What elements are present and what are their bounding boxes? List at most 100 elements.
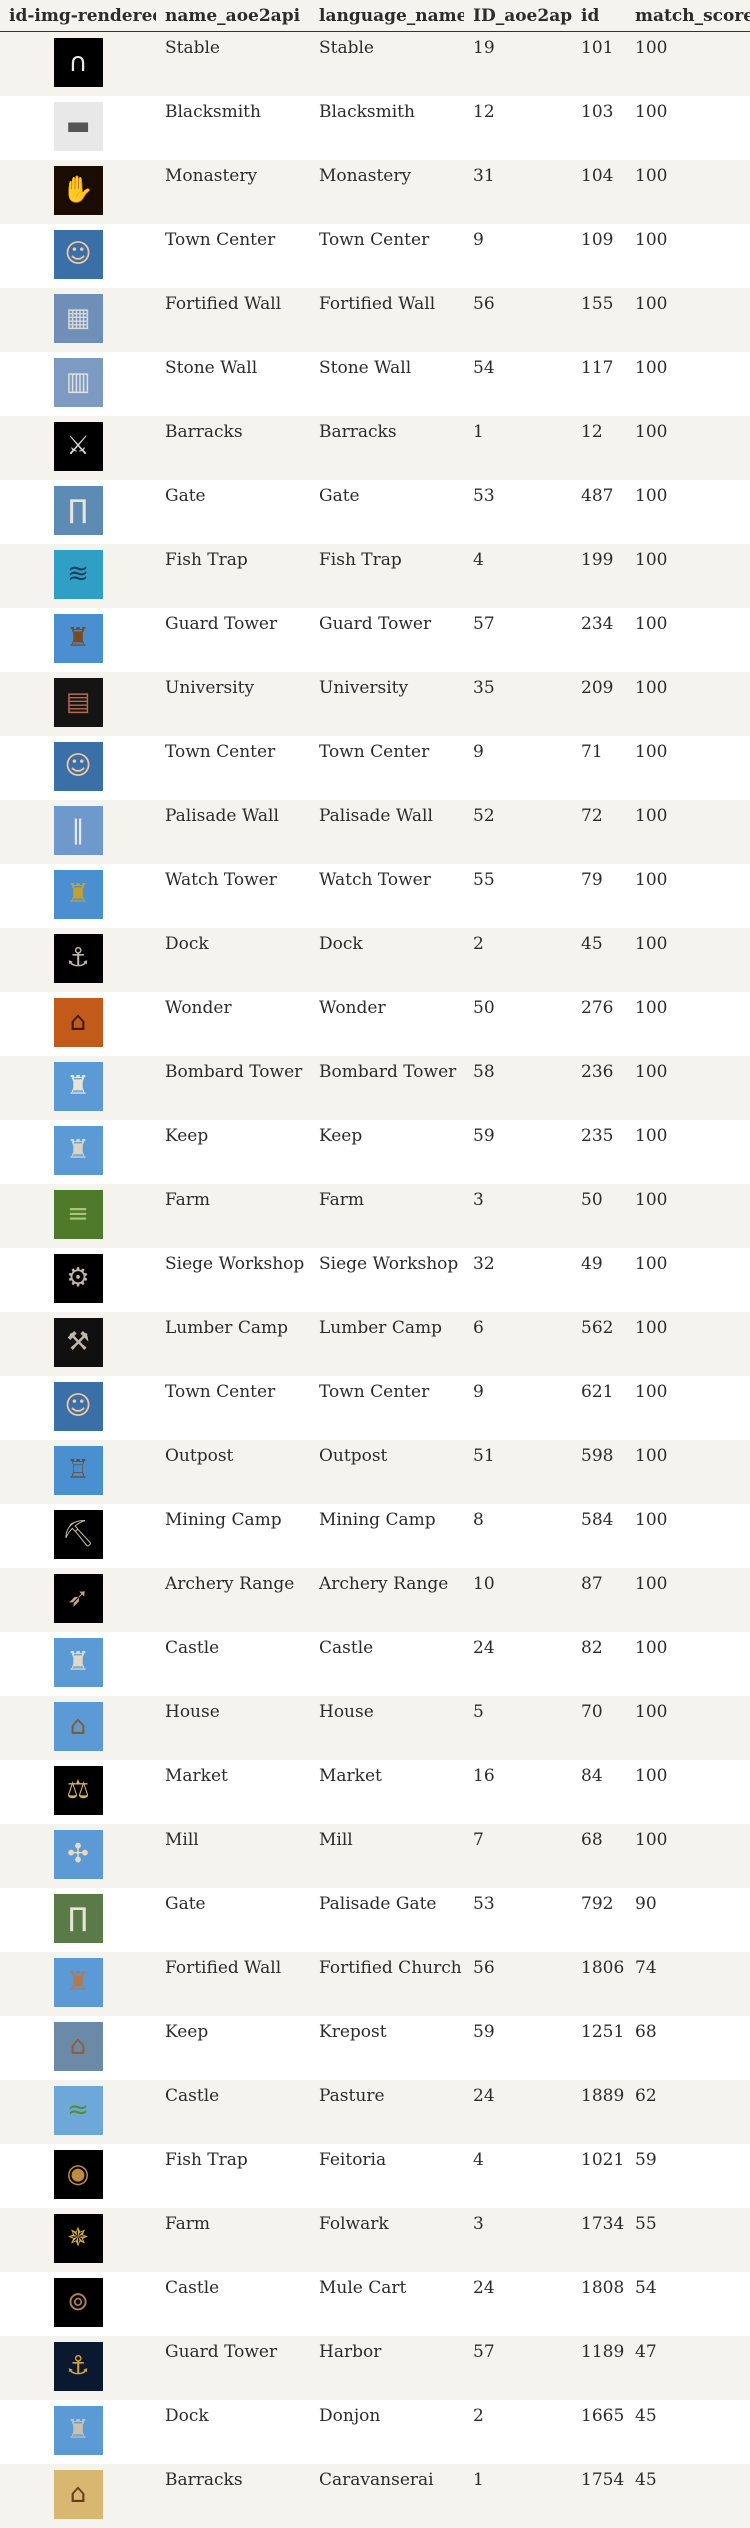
cell-id-aoe2api: 53: [473, 1893, 495, 1914]
table-row: ▥ Stone Wall Stone Wall 54 117 100: [0, 351, 750, 416]
cell-image: ☺: [0, 736, 156, 800]
cell-id: 584: [581, 1509, 614, 1530]
header-row: id-img-rendered name_aoe2api language_na…: [0, 0, 750, 32]
icon-glyph: ♜: [66, 1071, 90, 1101]
cell-language-name: Guard Tower: [319, 613, 432, 634]
cell-image: ♜: [0, 1120, 156, 1184]
icon-glyph: ⌂: [69, 1711, 87, 1741]
table-row: ◉ Fish Trap Feitoria 4 1021 59: [0, 2143, 750, 2208]
cell-name-aoe2api: Dock: [165, 933, 209, 954]
cell-match-score: 100: [635, 741, 668, 762]
cell-match-score: 100: [635, 1637, 668, 1658]
castle-icon: ⊚: [53, 2277, 103, 2327]
cell-match-score: 100: [635, 1189, 668, 1210]
cell-language-name: Barracks: [319, 421, 397, 442]
table-row: ▬ Blacksmith Blacksmith 12 103 100: [0, 95, 750, 160]
cell-language-name: Town Center: [319, 229, 430, 250]
cell-id: 71: [581, 741, 603, 762]
icon-glyph: ⚖: [66, 1775, 90, 1805]
cell-image: ▦: [0, 288, 156, 352]
icon-glyph: ∏: [68, 495, 88, 525]
table-row: ☺ Town Center Town Center 9 71 100: [0, 735, 750, 800]
cell-match-score: 100: [635, 1573, 668, 1594]
cell-id: 101: [581, 38, 614, 58]
table-row: ☺ Town Center Town Center 9 109 100: [0, 223, 750, 288]
cell-match-score: 100: [635, 1765, 668, 1786]
cell-match-score: 100: [635, 1701, 668, 1722]
cell-image: ♜: [0, 2400, 156, 2464]
table-row: ♜ Watch Tower Watch Tower 55 79 100: [0, 863, 750, 928]
cell-image: ♜: [0, 864, 156, 928]
cell-match-score: 74: [635, 1957, 657, 1978]
column-header-name-aoe2api[interactable]: name_aoe2api: [156, 0, 310, 32]
cell-id-aoe2api: 57: [473, 613, 495, 634]
cell-language-name: Mill: [319, 1829, 353, 1850]
icon-glyph: ⚔: [66, 431, 90, 461]
icon-glyph: ✋: [61, 175, 95, 205]
table-row: ⚓ Dock Dock 2 45 100: [0, 927, 750, 992]
column-header-id[interactable]: id: [572, 0, 626, 32]
cell-language-name: Wonder: [319, 997, 386, 1018]
cell-id-aoe2api: 51: [473, 1445, 495, 1466]
cell-id-aoe2api: 32: [473, 1253, 495, 1274]
cell-name-aoe2api: Gate: [165, 485, 206, 506]
barracks-icon: ⚔: [53, 421, 103, 471]
table-row: ☺ Town Center Town Center 9 621 100: [0, 1375, 750, 1440]
cell-language-name: Farm: [319, 1189, 365, 1210]
cell-name-aoe2api: Town Center: [165, 229, 276, 250]
cell-id: 109: [581, 229, 614, 250]
university-icon: ▤: [53, 677, 103, 727]
cell-id: 104: [581, 165, 614, 186]
cell-name-aoe2api: Castle: [165, 1637, 220, 1658]
column-header-match-score[interactable]: match_score: [626, 0, 750, 32]
cell-language-name: Stable: [319, 38, 374, 58]
cell-image: ✣: [0, 1824, 156, 1888]
cell-name-aoe2api: Wonder: [165, 997, 232, 1018]
cell-id: 621: [581, 1381, 614, 1402]
cell-id: 117: [581, 357, 614, 378]
cell-name-aoe2api: Town Center: [165, 741, 276, 762]
cell-id: 72: [581, 805, 603, 826]
cell-id-aoe2api: 6: [473, 1317, 484, 1338]
cell-id: 68: [581, 1829, 603, 1850]
cell-id: 87: [581, 1573, 603, 1594]
cell-image: ⚓: [0, 928, 156, 992]
cell-id: 79: [581, 869, 603, 890]
cell-image: ⌂: [0, 2464, 156, 2528]
cell-language-name: Bombard Tower: [319, 1061, 457, 1082]
column-header-language-name[interactable]: language_name: [310, 0, 464, 32]
cell-name-aoe2api: Castle: [165, 2277, 220, 2298]
mining-camp-icon: ⛏: [53, 1509, 103, 1559]
blacksmith-icon: ▬: [53, 101, 103, 151]
cell-image: ∏: [0, 480, 156, 544]
cell-id: 1808: [581, 2277, 625, 2298]
cell-image: ☺: [0, 224, 156, 288]
cell-id: 45: [581, 933, 603, 954]
cell-language-name: Feitoria: [319, 2149, 387, 2170]
cell-id-aoe2api: 54: [473, 357, 495, 378]
cell-id-aoe2api: 9: [473, 229, 484, 250]
cell-id-aoe2api: 2: [473, 933, 484, 954]
cell-id: 234: [581, 613, 614, 634]
cell-image: ≡: [0, 1184, 156, 1248]
cell-id-aoe2api: 5: [473, 1701, 484, 1722]
icon-glyph: ∩: [68, 47, 88, 78]
cell-id-aoe2api: 4: [473, 549, 484, 570]
table-row: ▤ University University 35 209 100: [0, 671, 750, 736]
cell-name-aoe2api: Palisade Wall: [165, 805, 279, 826]
cell-id: 49: [581, 1253, 603, 1274]
cell-id-aoe2api: 24: [473, 2085, 495, 2106]
cell-image: ⚒: [0, 1312, 156, 1376]
cell-match-score: 100: [635, 805, 668, 826]
icon-glyph: ♜: [66, 2415, 90, 2445]
cell-id-aoe2api: 19: [473, 38, 495, 58]
cell-name-aoe2api: Castle: [165, 2085, 220, 2106]
table-body: ∩ Stable Stable 19 101 100 ▬ Blacksmith Blacksmi…: [0, 31, 750, 2528]
cell-id: 1754: [581, 2469, 625, 2490]
icon-glyph: ⊚: [67, 2287, 89, 2317]
stable-icon: ∩: [53, 38, 103, 87]
column-header-id-img-rendered[interactable]: id-img-rendered: [0, 0, 156, 32]
cell-language-name: Gate: [319, 485, 360, 506]
cell-language-name: University: [319, 677, 409, 698]
column-header-id-aoe2api[interactable]: ID_aoe2api: [464, 0, 572, 32]
